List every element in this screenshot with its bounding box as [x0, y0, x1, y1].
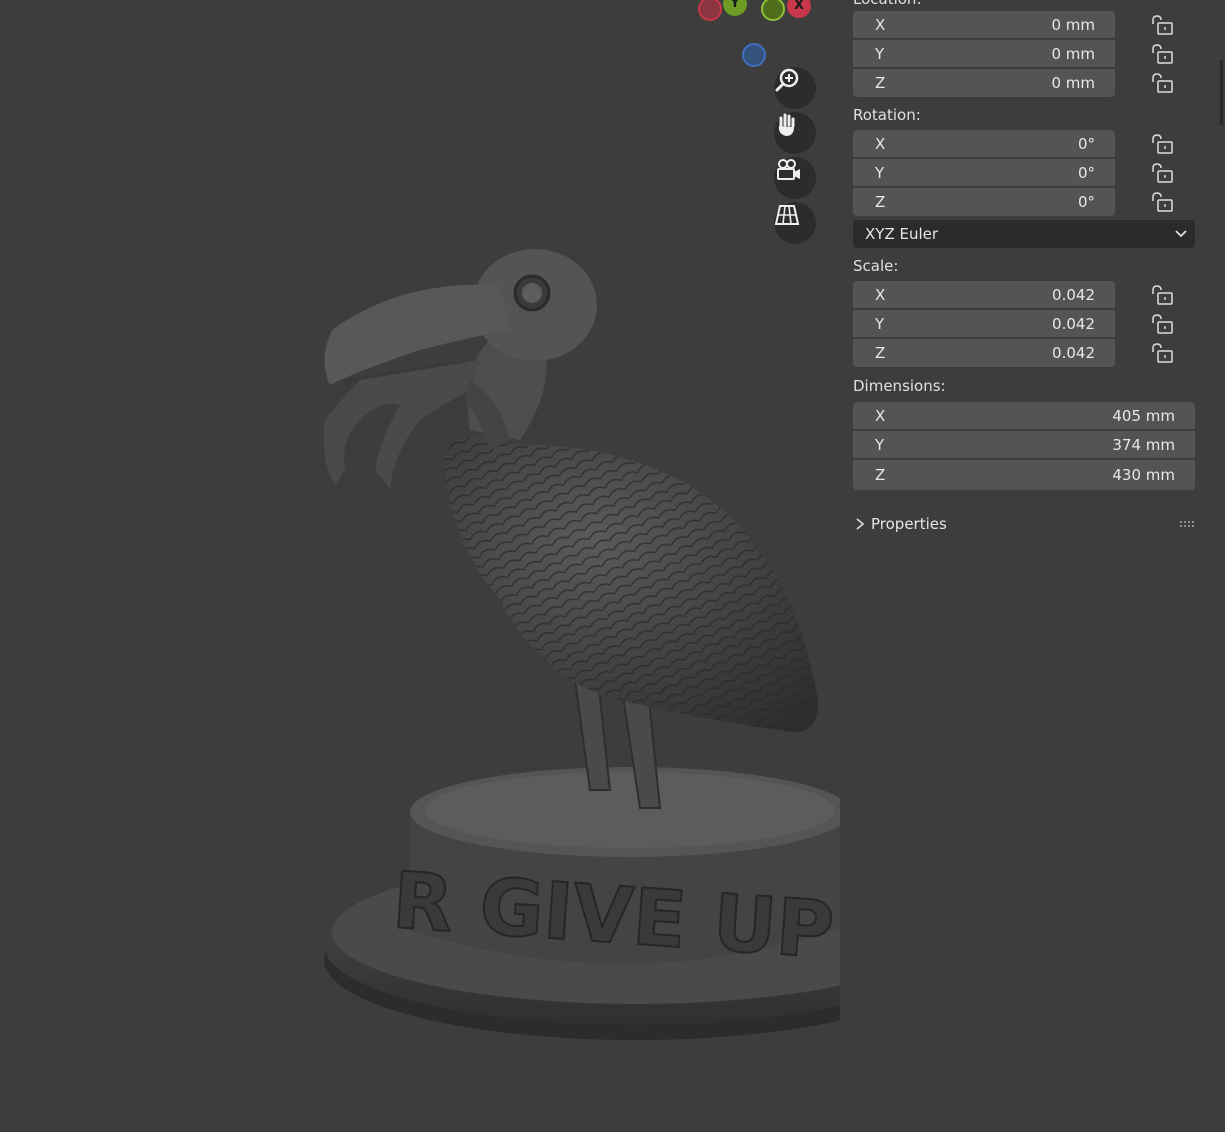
lock-rotation-z-icon[interactable]: [1150, 192, 1174, 212]
properties-panel-header[interactable]: Properties: [853, 512, 1195, 536]
axis-label: Y: [875, 314, 885, 333]
location-z-field[interactable]: Z 0 mm: [853, 69, 1115, 97]
chevron-right-icon: [856, 518, 865, 530]
location-label: Location:: [853, 0, 922, 8]
camera-view-button[interactable]: [774, 157, 816, 199]
location-x-field[interactable]: X 0 mm: [853, 11, 1115, 39]
dimensions-x-field[interactable]: X 405 mm: [853, 402, 1195, 430]
grid-perspective-icon: [774, 205, 800, 225]
field-value: 0 mm: [1051, 44, 1095, 63]
camera-icon: [777, 159, 800, 180]
lock-location-y-icon[interactable]: [1150, 44, 1174, 64]
dimensions-label: Dimensions:: [853, 377, 946, 395]
panel-edge: [1220, 60, 1223, 125]
lock-location-z-icon[interactable]: [1150, 73, 1174, 93]
scale-z-field[interactable]: Z 0.042: [853, 339, 1115, 367]
lock-rotation-y-icon[interactable]: [1150, 163, 1174, 183]
field-value: 0.042: [1052, 314, 1095, 333]
location-y-field[interactable]: Y 0 mm: [853, 40, 1115, 68]
properties-label: Properties: [871, 515, 947, 533]
axis-label: Z: [875, 466, 886, 484]
axis-label: Z: [875, 344, 886, 362]
lock-scale-x-icon[interactable]: [1150, 285, 1174, 305]
axis-label: X: [875, 134, 886, 153]
chevron-down-icon: [1175, 230, 1187, 238]
lock-rotation-x-icon[interactable]: [1150, 134, 1174, 154]
axis-label: Y: [875, 44, 885, 63]
field-value: 430 mm: [1112, 466, 1175, 484]
field-value: 0.042: [1052, 344, 1095, 362]
lock-scale-y-icon[interactable]: [1150, 314, 1174, 334]
axis-label: Y: [875, 163, 885, 182]
field-value: 0 mm: [1051, 74, 1095, 92]
hand-icon: [778, 113, 795, 136]
model-bird: [323, 249, 819, 732]
perspective-toggle-button[interactable]: [774, 202, 816, 244]
axis-label: Z: [875, 74, 886, 92]
rotation-y-field[interactable]: Y 0°: [853, 159, 1115, 187]
lock-scale-z-icon[interactable]: [1150, 343, 1174, 363]
field-value: 0°: [1077, 134, 1095, 153]
rotation-mode-dropdown[interactable]: XYZ Euler: [853, 220, 1195, 248]
field-value: 374 mm: [1112, 435, 1175, 454]
scale-y-field[interactable]: Y 0.042: [853, 310, 1115, 338]
scale-x-field[interactable]: X 0.042: [853, 281, 1115, 309]
field-value: 405 mm: [1112, 406, 1175, 425]
axis-label: X: [875, 15, 886, 34]
field-value: 0.042: [1052, 285, 1095, 304]
gizmo-neg-z-ball[interactable]: [742, 43, 766, 67]
drag-handle-icon[interactable]: [1179, 520, 1195, 528]
axis-label: Y: [875, 435, 885, 454]
zoom-button[interactable]: [774, 67, 816, 109]
axis-label: X: [875, 406, 886, 425]
axis-label: X: [875, 285, 886, 304]
pan-button[interactable]: [774, 112, 816, 154]
field-value: 0 mm: [1051, 15, 1095, 34]
rotation-z-field[interactable]: Z 0°: [853, 188, 1115, 216]
zoom-icon: [775, 68, 799, 92]
axis-label: Z: [875, 193, 886, 211]
rotation-label: Rotation:: [853, 106, 921, 124]
rotation-mode-value: XYZ Euler: [865, 225, 939, 243]
rotation-x-field[interactable]: X 0°: [853, 130, 1115, 158]
dimensions-z-field[interactable]: Z 430 mm: [853, 460, 1195, 490]
scale-label: Scale:: [853, 257, 899, 275]
dimensions-y-field[interactable]: Y 374 mm: [853, 431, 1195, 459]
field-value: 0°: [1077, 163, 1095, 182]
model-render: R GIVE UP!: [323, 249, 840, 1040]
field-value: 0°: [1077, 193, 1095, 211]
lock-location-x-icon[interactable]: [1150, 15, 1174, 35]
